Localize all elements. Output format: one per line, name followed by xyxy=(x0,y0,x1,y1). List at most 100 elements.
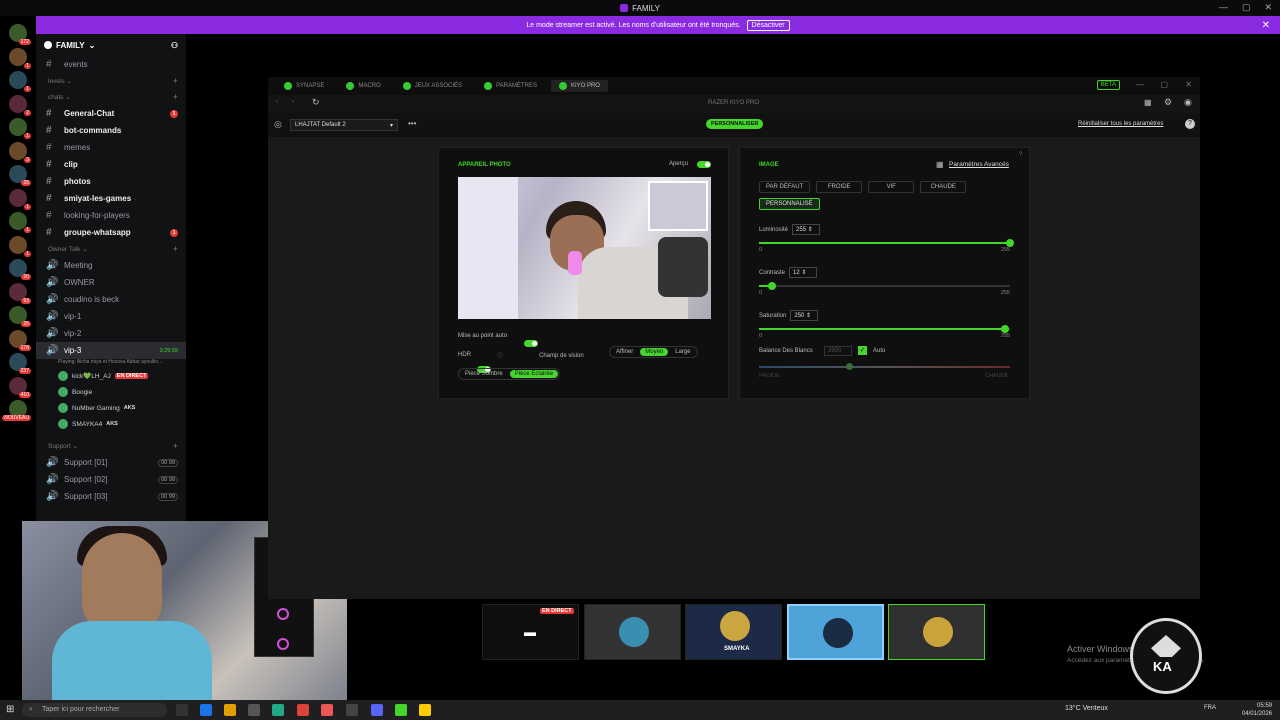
preset-custom[interactable]: PERSONNALISÉ xyxy=(759,198,820,210)
server-icon[interactable]: 25 xyxy=(9,306,31,327)
wb-value[interactable]: 3500 xyxy=(824,346,852,356)
help-icon[interactable]: ? xyxy=(1185,119,1195,129)
text-channel[interactable]: # General-Chat 1 xyxy=(36,105,186,122)
edge-icon[interactable] xyxy=(200,704,212,716)
server-icon[interactable]: 172 xyxy=(9,24,31,45)
preset-button[interactable]: VIF xyxy=(868,181,915,193)
room-option[interactable]: Pièce Éclairée xyxy=(509,370,559,378)
clock[interactable]: 05:59 04/01/2026 xyxy=(1242,702,1272,718)
channel-category[interactable]: Owner Talk ⌄ + xyxy=(36,241,186,257)
add-channel-icon[interactable]: + xyxy=(173,244,178,254)
discord-icon[interactable] xyxy=(371,704,383,716)
server-icon[interactable]: 410 xyxy=(9,376,31,398)
preset-button[interactable]: CHAUDE xyxy=(920,181,967,193)
slider-track[interactable] xyxy=(759,239,1014,247)
maximize-icon[interactable]: ▢ xyxy=(1160,80,1168,89)
stream-tile-user[interactable] xyxy=(584,604,681,660)
slider-value[interactable]: 255 ⇕ xyxy=(792,224,821,235)
text-channel[interactable]: # groupe-whatsapp 1 xyxy=(36,224,186,241)
stream-tile-screen[interactable]: EN DIRECT ▬ xyxy=(482,604,579,660)
voice-channel[interactable]: 🔊 vip-3 3:29:59 xyxy=(36,342,186,359)
server-icon[interactable]: 1 xyxy=(9,47,31,69)
razer-icon[interactable] xyxy=(395,704,407,716)
slider-knob[interactable] xyxy=(1006,239,1014,247)
add-channel-icon[interactable]: + xyxy=(173,76,178,86)
add-channel-icon[interactable]: + xyxy=(173,441,178,451)
brave-icon[interactable] xyxy=(321,704,333,716)
server-icon[interactable]: 1 xyxy=(9,188,31,210)
personalize-button[interactable]: PERSONNALISER xyxy=(706,119,764,129)
obs-icon[interactable] xyxy=(346,704,358,716)
minimize-icon[interactable]: — xyxy=(1136,80,1144,89)
account-icon[interactable]: ◉ xyxy=(1184,97,1192,108)
text-channel[interactable]: # smiyat-les-games xyxy=(36,190,186,207)
voice-channel[interactable]: 🔊 Support [02] 00 99 xyxy=(36,471,186,488)
voice-channel[interactable]: 🔊 coudino is beck xyxy=(36,291,186,308)
preview-toggle[interactable] xyxy=(697,161,711,168)
language[interactable]: FRA xyxy=(1204,705,1216,711)
store-icon[interactable] xyxy=(248,704,260,716)
refresh-icon[interactable]: ↻ xyxy=(312,97,320,108)
voice-channel[interactable]: 🔊 vip-2 xyxy=(36,325,186,342)
voice-channel[interactable]: 🔊 Meeting xyxy=(36,257,186,274)
channel-category[interactable]: chats ⌄ + xyxy=(36,89,186,105)
tab-kiyo-pro[interactable]: KIYO PRO xyxy=(550,80,608,92)
disable-streamer-button[interactable]: Désactiver xyxy=(746,19,790,31)
text-channel[interactable]: # clip xyxy=(36,156,186,173)
fov-option[interactable]: Large xyxy=(670,348,695,356)
text-channel[interactable]: # photos xyxy=(36,173,186,190)
stream-tile-smayka[interactable]: SMAYKA xyxy=(685,604,782,660)
text-channel[interactable]: # events xyxy=(36,56,186,73)
slider-track[interactable] xyxy=(759,282,1010,290)
wb-slider[interactable] xyxy=(759,363,1010,370)
tab-synapse[interactable]: SYNAPSE xyxy=(276,80,332,92)
server-icon[interactable]: 178 xyxy=(9,329,31,351)
close-banner-icon[interactable]: ✕ xyxy=(1262,20,1270,31)
tab-jeux-associés[interactable]: JEUX ASSOCIÉS xyxy=(395,80,470,92)
wb-auto-checkbox[interactable]: ✓ xyxy=(858,346,867,355)
slider-value[interactable]: 12 ⇕ xyxy=(789,267,818,278)
chrome-icon[interactable] xyxy=(297,704,309,716)
voice-user[interactable]: SMAYKA4 AKS xyxy=(36,416,186,432)
back-icon[interactable]: ‹ xyxy=(276,99,278,105)
minimize-icon[interactable]: — xyxy=(1219,2,1228,13)
text-channel[interactable]: # looking-for-players xyxy=(36,207,186,224)
reset-link[interactable]: Réinitialiser tous les paramètres xyxy=(1078,121,1163,127)
server-header[interactable]: FAMILY ⌄ ⚇ xyxy=(36,34,186,56)
weather[interactable]: 13°C Venteux xyxy=(1065,705,1108,712)
voice-channel[interactable]: 🔊 OWNER xyxy=(36,274,186,291)
voice-channel[interactable]: 🔊 Support [03] 00 99 xyxy=(36,488,186,505)
stream-tile-beats[interactable] xyxy=(787,604,884,660)
text-channel[interactable]: # bot-commands xyxy=(36,122,186,139)
slider-value[interactable]: 250 ⇕ xyxy=(790,310,819,321)
tab-paramètres[interactable]: PARAMÈTRES xyxy=(476,80,545,92)
server-icon[interactable]: 1 xyxy=(9,118,31,139)
channel-category[interactable]: Support ⌄ + xyxy=(36,438,186,454)
fov-option[interactable]: Moyen xyxy=(640,348,669,356)
profile-select[interactable]: LHAJTAT Default 2 ▾ xyxy=(290,119,398,131)
room-option[interactable]: Pièce Sombre xyxy=(460,370,508,378)
autofocus-toggle[interactable] xyxy=(524,340,538,347)
windows-start-icon[interactable]: ⊞ xyxy=(6,704,14,715)
help-icon[interactable]: ? xyxy=(1019,152,1022,158)
channel-category[interactable]: levels ⌄ + xyxy=(36,73,186,89)
stream-tile-gamer[interactable] xyxy=(888,604,985,660)
server-icon[interactable]: 1 xyxy=(9,235,31,257)
gear-icon[interactable]: ⚙ xyxy=(1164,97,1172,108)
app-icon[interactable] xyxy=(419,704,431,716)
close-icon[interactable]: ✕ xyxy=(1185,80,1192,89)
add-channel-icon[interactable]: + xyxy=(173,92,178,102)
server-icon[interactable]: 93 xyxy=(9,282,31,304)
slider-knob[interactable] xyxy=(1000,325,1009,333)
voice-user[interactable]: kick💚LH_AJ EN DIRECT xyxy=(36,368,186,384)
maximize-icon[interactable]: ▢ xyxy=(1242,2,1251,13)
voice-user[interactable]: NuMber Gaming AKS xyxy=(36,400,186,416)
advanced-settings-link[interactable]: Paramètres Avancés xyxy=(949,161,1009,168)
server-icon[interactable]: 1 xyxy=(9,212,31,233)
server-icon[interactable]: 3 xyxy=(9,141,31,163)
server-icon[interactable]: 25 xyxy=(9,165,31,186)
server-icon[interactable]: 2 xyxy=(9,94,31,116)
preset-button[interactable]: PAR DÉFAUT xyxy=(759,181,811,193)
close-icon[interactable]: ✕ xyxy=(1264,2,1272,13)
app-icon[interactable] xyxy=(272,704,284,716)
